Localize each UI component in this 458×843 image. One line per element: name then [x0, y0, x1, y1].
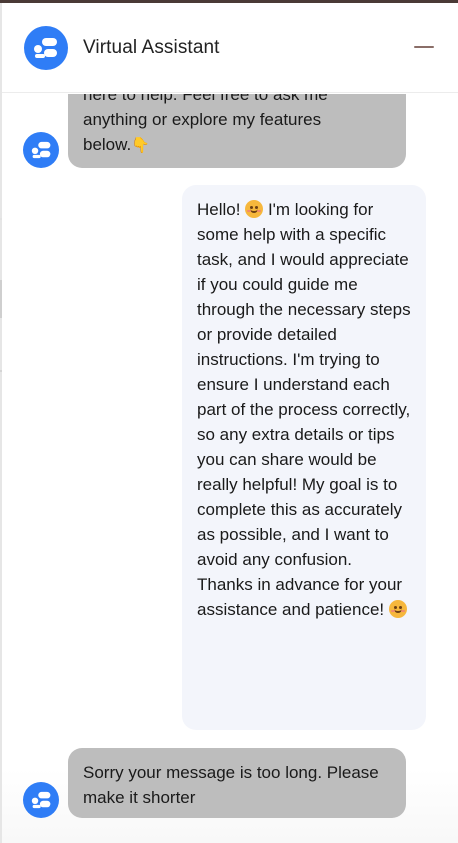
bot-message-text: below.	[83, 135, 132, 154]
chat-header: Virtual Assistant	[2, 3, 458, 93]
pointing-down-hand-emoji: 👇	[131, 136, 150, 154]
smiling-face-emoji	[245, 200, 264, 218]
assistant-logo-icon	[24, 25, 68, 70]
assistant-avatar-icon	[23, 782, 59, 818]
user-message-greeting: Hello!	[197, 200, 241, 219]
bot-message-line: below.👇	[83, 132, 390, 158]
bot-message-line: here to help. Feel free to ask me	[83, 94, 328, 104]
bot-message-line: anything or explore my features	[83, 110, 322, 129]
message-list[interactable]: here to help. Feel free to ask me anythi…	[2, 94, 458, 843]
smiling-face-emoji	[388, 600, 407, 618]
bot-message-bubble: Sorry your message is too long. Please m…	[68, 748, 406, 818]
bot-message-bubble: here to help. Feel free to ask me anythi…	[68, 94, 406, 168]
bot-message-text: Sorry your message is too long. Please m…	[83, 763, 379, 807]
assistant-avatar-icon	[23, 132, 59, 168]
minimize-button[interactable]	[412, 35, 436, 59]
header-title: Virtual Assistant	[83, 36, 220, 58]
user-message-text: I'm looking for some help with a specifi…	[197, 200, 411, 619]
minimize-icon	[414, 46, 434, 48]
user-message-bubble: Hello! I'm looking for some help with a …	[182, 185, 426, 730]
